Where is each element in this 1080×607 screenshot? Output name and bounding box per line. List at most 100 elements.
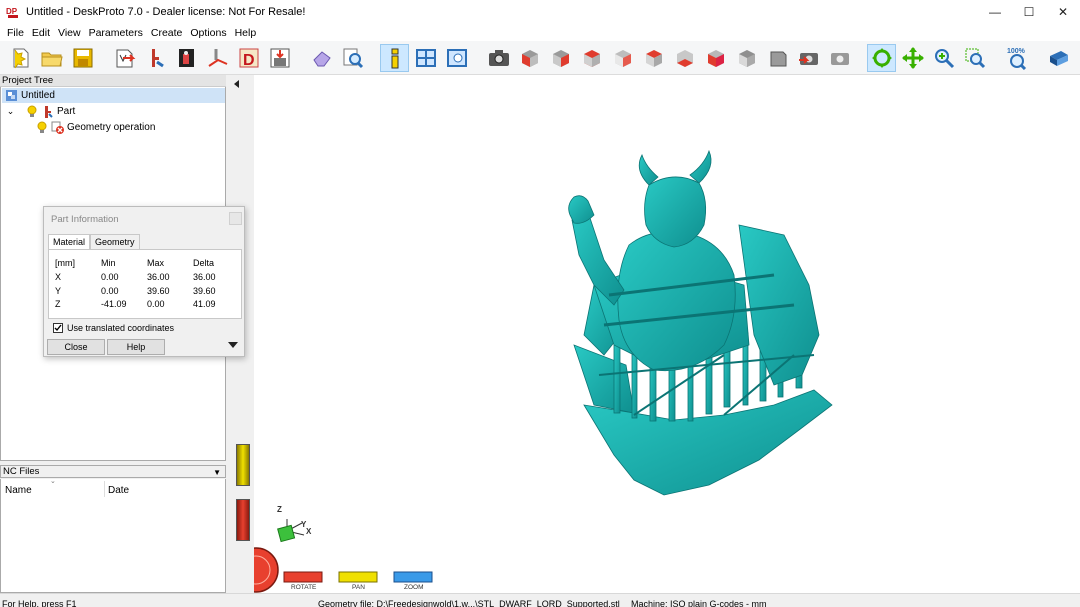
previous-view-button[interactable] bbox=[794, 44, 823, 72]
magnifier-inspect-icon bbox=[343, 48, 363, 68]
rotate-mode-button[interactable] bbox=[867, 43, 896, 72]
view-top-button[interactable] bbox=[639, 44, 668, 72]
tab-material[interactable]: Material bbox=[48, 234, 91, 249]
cube-left-icon bbox=[614, 49, 631, 67]
new-file-icon bbox=[13, 48, 28, 68]
save-nc-button[interactable] bbox=[265, 44, 294, 72]
part-figure-icon bbox=[151, 48, 164, 67]
camera-forward-icon bbox=[830, 52, 849, 65]
nc-files-header[interactable]: NC Files ▼ bbox=[0, 465, 226, 478]
toolpath-button[interactable] bbox=[203, 44, 232, 72]
view-right-button[interactable] bbox=[546, 44, 575, 72]
inspect-button[interactable] bbox=[338, 44, 367, 72]
dropdown-arrow-icon[interactable]: ▼ bbox=[213, 467, 221, 479]
cube-right-icon bbox=[552, 49, 569, 67]
view-left-button[interactable] bbox=[608, 44, 637, 72]
menu-view[interactable]: View bbox=[54, 27, 85, 39]
zoom-100-label: 100% bbox=[1007, 48, 1026, 55]
next-view-button[interactable] bbox=[825, 44, 854, 72]
row-z-axis: Z bbox=[55, 299, 61, 309]
save-project-button[interactable] bbox=[68, 44, 97, 72]
tab-geometry[interactable]: Geometry bbox=[90, 234, 140, 249]
row-z-max: 0.00 bbox=[147, 299, 165, 309]
tree-item-geometry-operation[interactable]: Geometry operation bbox=[35, 120, 155, 135]
viewports-button[interactable] bbox=[411, 44, 440, 72]
rotate-slider-horizontal[interactable] bbox=[283, 571, 323, 583]
toolbar-separator bbox=[473, 44, 482, 72]
dialog-close-box[interactable] bbox=[229, 212, 242, 225]
dwarf-lord-model[interactable] bbox=[568, 149, 833, 496]
lightbulb-icon[interactable] bbox=[35, 121, 48, 134]
use-translated-coordinates-checkbox[interactable]: Use translated coordinates bbox=[53, 323, 174, 333]
row-y-axis: Y bbox=[55, 286, 62, 296]
dialog-tabs: Material Geometry bbox=[48, 234, 140, 249]
zoom-slider-horizontal[interactable] bbox=[393, 571, 433, 583]
pan-slider-horizontal[interactable] bbox=[338, 571, 378, 583]
cube-bottom-icon bbox=[676, 49, 693, 67]
close-button[interactable]: ✕ bbox=[1046, 0, 1080, 24]
pan-mode-button[interactable] bbox=[898, 44, 927, 72]
rotate-wheel-control[interactable] bbox=[254, 547, 279, 593]
zoom-mode-button[interactable] bbox=[929, 44, 958, 72]
menu-help[interactable]: Help bbox=[231, 27, 261, 39]
tree-item-project[interactable]: Untitled bbox=[2, 88, 225, 103]
operation-parameters-button[interactable] bbox=[172, 44, 201, 72]
part-information-button[interactable] bbox=[380, 43, 409, 72]
erase-button[interactable] bbox=[307, 44, 336, 72]
help-book-button[interactable] bbox=[1044, 44, 1073, 72]
chevron-down-icon[interactable]: ⌄ bbox=[5, 105, 16, 118]
menu-file[interactable]: File bbox=[3, 27, 28, 39]
screenshot-button[interactable] bbox=[484, 44, 513, 72]
row-x-axis: X bbox=[55, 272, 62, 282]
pan-slider-vertical[interactable] bbox=[236, 444, 250, 486]
view-iso-button[interactable] bbox=[701, 44, 730, 72]
geometry-operation-error-icon bbox=[51, 121, 64, 134]
column-divider[interactable] bbox=[104, 481, 105, 497]
view-front-button[interactable] bbox=[515, 44, 544, 72]
header-unit: [mm] bbox=[55, 258, 75, 268]
status-bar: For Help, press F1 Geometry file: D:\Fre… bbox=[0, 593, 1080, 607]
pan-label: PAN bbox=[352, 584, 365, 591]
3d-viewport[interactable]: Z Y X ROTATE PAN ZOOM bbox=[254, 75, 1080, 593]
column-header-name[interactable]: Name bbox=[5, 485, 32, 496]
window-controls: — ☐ ✕ bbox=[978, 0, 1080, 24]
minimize-button[interactable]: — bbox=[978, 0, 1012, 24]
menu-parameters[interactable]: Parameters bbox=[85, 27, 147, 39]
open-project-button[interactable] bbox=[37, 44, 66, 72]
checkbox-box[interactable] bbox=[53, 323, 63, 333]
close-dialog-button[interactable]: Close bbox=[47, 339, 105, 355]
collapse-panel-arrow-icon[interactable] bbox=[234, 80, 239, 88]
toolbar-separator bbox=[369, 44, 378, 72]
expand-dialog-arrow-icon[interactable] bbox=[228, 342, 238, 348]
single-view-button[interactable] bbox=[442, 44, 471, 72]
deskproto-app-icon[interactable]: DP bbox=[6, 5, 20, 19]
d-letter-icon: D bbox=[239, 48, 258, 69]
status-help-text: For Help, press F1 bbox=[2, 599, 77, 607]
view-solid-button[interactable] bbox=[763, 44, 792, 72]
zoom-100-button[interactable]: 100% bbox=[1002, 44, 1031, 72]
info-icon bbox=[391, 48, 398, 68]
lightbulb-icon[interactable] bbox=[25, 105, 38, 118]
deskproto-d-button[interactable]: D bbox=[234, 44, 263, 72]
rotate-slider-vertical[interactable] bbox=[236, 499, 250, 541]
zoom-window-button[interactable] bbox=[960, 44, 989, 72]
import-geometry-button[interactable] bbox=[110, 44, 139, 72]
column-header-date[interactable]: Date bbox=[108, 485, 129, 496]
view-bottom-button[interactable] bbox=[670, 44, 699, 72]
checkmark-icon bbox=[54, 324, 62, 332]
new-project-button[interactable] bbox=[6, 44, 35, 72]
maximize-button[interactable]: ☐ bbox=[1012, 0, 1046, 24]
part-parameters-button[interactable] bbox=[141, 44, 170, 72]
view-iso-grey-button[interactable] bbox=[732, 44, 761, 72]
tree-item-part[interactable]: ⌄ Part bbox=[5, 104, 75, 119]
menu-options[interactable]: Options bbox=[186, 27, 230, 39]
camera-back-icon bbox=[798, 52, 818, 65]
view-back-button[interactable] bbox=[577, 44, 606, 72]
cube-solid-icon bbox=[770, 51, 786, 66]
menu-edit[interactable]: Edit bbox=[28, 27, 54, 39]
dialog-title: Part Information bbox=[51, 214, 119, 225]
cube-back-icon bbox=[583, 49, 600, 67]
menu-create[interactable]: Create bbox=[147, 27, 187, 39]
help-button[interactable]: Help bbox=[107, 339, 165, 355]
toolbar-separator bbox=[991, 44, 1000, 72]
